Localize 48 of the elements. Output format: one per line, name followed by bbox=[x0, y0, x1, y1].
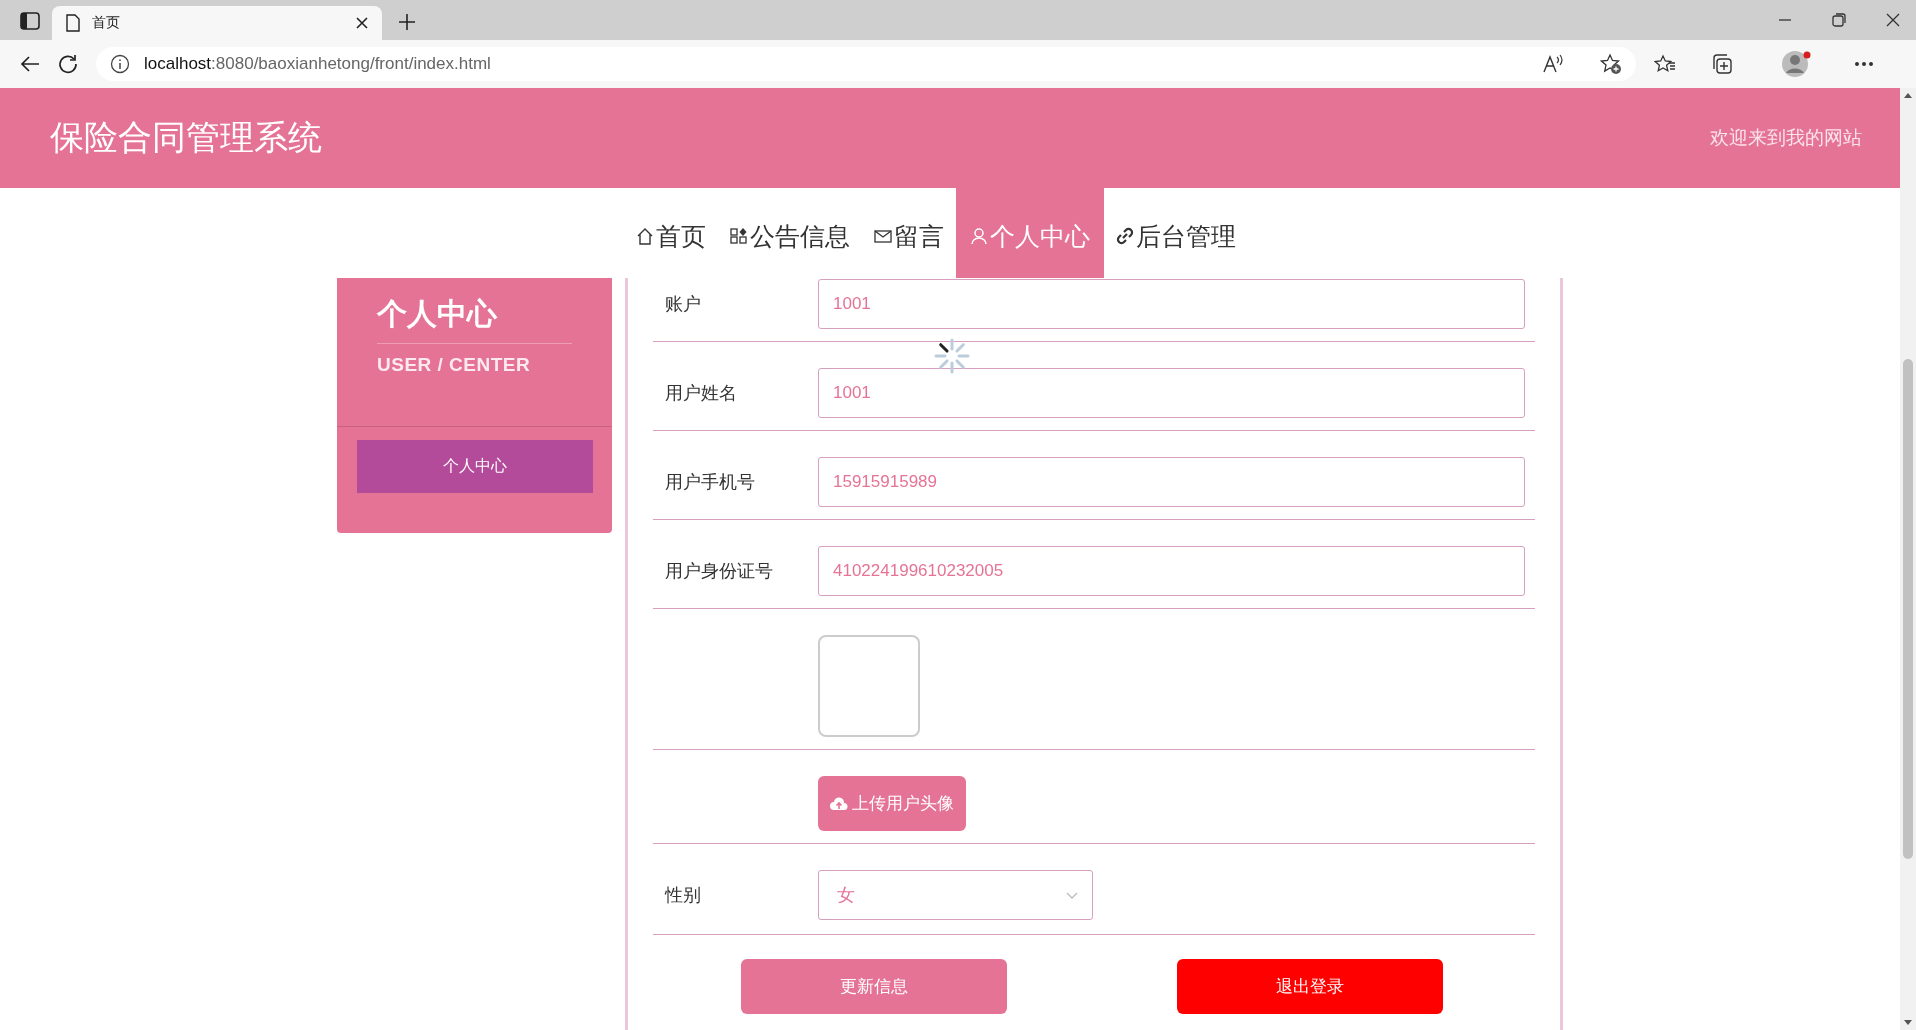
field-label: 性别 bbox=[665, 884, 702, 907]
sidebar-subtitle: USER / CENTER bbox=[377, 354, 531, 376]
scrollbar-thumb[interactable] bbox=[1903, 359, 1913, 859]
browser-tab[interactable]: 首页 bbox=[52, 6, 382, 40]
grid-icon bbox=[730, 227, 748, 245]
sidebar-title: 个人中心 bbox=[377, 294, 572, 344]
site-title: 保险合同管理系统 bbox=[50, 117, 322, 158]
nav-tab[interactable]: 后台管理 bbox=[1104, 188, 1248, 278]
chevron-down-icon bbox=[1066, 891, 1078, 899]
nav-tab[interactable]: 首页 bbox=[624, 188, 718, 278]
address-bar[interactable]: localhost:8080/baoxianhetong/front/index.html bbox=[96, 47, 1636, 81]
info-icon[interactable] bbox=[110, 54, 130, 74]
text-field[interactable]: 1001 bbox=[818, 368, 1525, 418]
favorites-icon[interactable] bbox=[1654, 54, 1676, 74]
read-aloud-icon[interactable] bbox=[1542, 54, 1564, 74]
close-icon[interactable] bbox=[356, 17, 368, 29]
field-label: 用户姓名 bbox=[665, 382, 738, 405]
user-icon bbox=[970, 227, 988, 245]
collections-icon[interactable] bbox=[1710, 53, 1734, 75]
field-label: 用户手机号 bbox=[665, 471, 756, 494]
more-icon[interactable] bbox=[1854, 61, 1874, 67]
back-icon[interactable] bbox=[20, 55, 40, 73]
add-favorite-icon[interactable] bbox=[1600, 53, 1622, 75]
page-icon bbox=[66, 14, 80, 32]
cloud-upload-icon bbox=[830, 796, 848, 811]
text-field[interactable]: 1001 bbox=[818, 279, 1525, 329]
link-icon bbox=[1116, 227, 1134, 245]
close-window-icon[interactable] bbox=[1886, 13, 1900, 27]
restore-icon[interactable] bbox=[1832, 13, 1846, 27]
sidebar-item[interactable]: 个人中心 bbox=[357, 440, 593, 493]
text-field[interactable]: 410224199610232005 bbox=[818, 546, 1525, 596]
profile-avatar-icon[interactable] bbox=[1782, 50, 1812, 78]
update-button[interactable]: 更新信息 bbox=[741, 959, 1007, 1014]
nav-tab[interactable]: 个人中心 bbox=[956, 188, 1104, 278]
logout-button[interactable]: 退出登录 bbox=[1177, 959, 1443, 1014]
reload-icon[interactable] bbox=[58, 54, 78, 74]
welcome-text: 欢迎来到我的网站 bbox=[1710, 126, 1862, 150]
sidebar-toggle-icon[interactable] bbox=[20, 12, 40, 30]
gender-select[interactable]: 女 bbox=[818, 870, 1093, 920]
nav-tab[interactable]: 留言 bbox=[862, 188, 956, 278]
envelope-icon bbox=[874, 227, 892, 245]
home-icon bbox=[636, 227, 654, 245]
new-tab-icon[interactable] bbox=[398, 13, 416, 31]
nav-tab[interactable]: 公告信息 bbox=[718, 188, 862, 278]
text-field[interactable]: 15915915989 bbox=[818, 457, 1525, 507]
upload-button[interactable]: 上传用户头像 bbox=[818, 776, 966, 831]
field-label: 账户 bbox=[665, 293, 702, 316]
field-label: 用户身份证号 bbox=[665, 560, 774, 583]
